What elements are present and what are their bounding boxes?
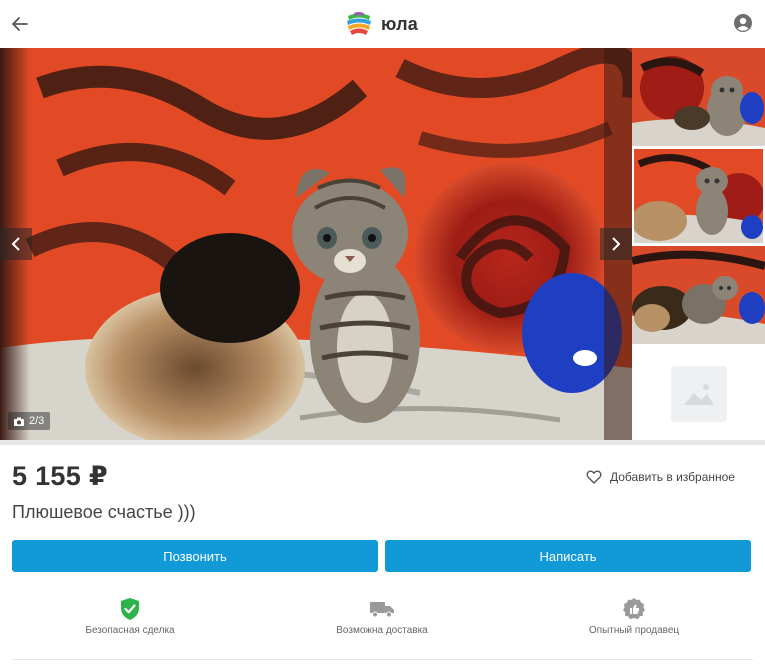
next-photo-button[interactable] [600, 228, 632, 260]
feature-experienced-seller: Опытный продавец [554, 597, 714, 636]
thumbnail-2[interactable] [632, 147, 765, 245]
listing-title: Плюшевое счастье ))) [12, 502, 196, 522]
arrow-left-icon [12, 17, 28, 31]
add-to-favorites-button[interactable]: Добавить в избранное [586, 470, 735, 484]
main-photo[interactable]: 2/3 [0, 48, 632, 440]
photo-counter: 2/3 [8, 412, 51, 430]
image-placeholder [670, 366, 727, 422]
app-header: юла [0, 0, 765, 48]
profile-button[interactable] [733, 13, 753, 33]
back-button[interactable] [8, 12, 32, 36]
logo-text: юла [381, 13, 418, 34]
thumbnail-3[interactable] [632, 246, 765, 344]
logo-icon [347, 12, 371, 35]
truck-icon [370, 602, 394, 618]
favorite-label: Добавить в избранное [610, 470, 735, 484]
gallery-divider [0, 440, 765, 445]
feature-safe-deal: Безопасная сделка [50, 597, 210, 636]
bottom-divider [12, 659, 753, 660]
shield-check-icon [121, 598, 139, 620]
thumbnail-strip [632, 48, 765, 443]
photo-counter-text: 2/3 [29, 415, 45, 427]
price: 5 155 ₽ [12, 461, 108, 491]
write-button[interactable]: Написать [385, 540, 751, 572]
chevron-left-icon [11, 237, 20, 251]
feature-label: Безопасная сделка [85, 625, 175, 636]
photo-gallery: 2/3 [0, 48, 765, 445]
thumbnail-1[interactable] [632, 48, 765, 146]
call-button[interactable]: Позвонить [12, 540, 378, 572]
prev-photo-button[interactable] [0, 228, 32, 260]
feature-label: Опытный продавец [588, 625, 680, 636]
thumbs-up-badge-icon [623, 598, 645, 620]
youla-logo[interactable]: юла [345, 10, 418, 38]
feature-delivery: Возможна доставка [302, 597, 462, 636]
user-circle-icon [734, 14, 752, 32]
heart-icon [586, 470, 602, 484]
kitten-photo [0, 48, 632, 440]
feature-label: Возможна доставка [336, 625, 428, 636]
chevron-right-icon [612, 237, 621, 251]
thumbnail-empty [632, 345, 765, 443]
image-placeholder-icon [683, 384, 714, 405]
camera-icon [14, 417, 24, 426]
